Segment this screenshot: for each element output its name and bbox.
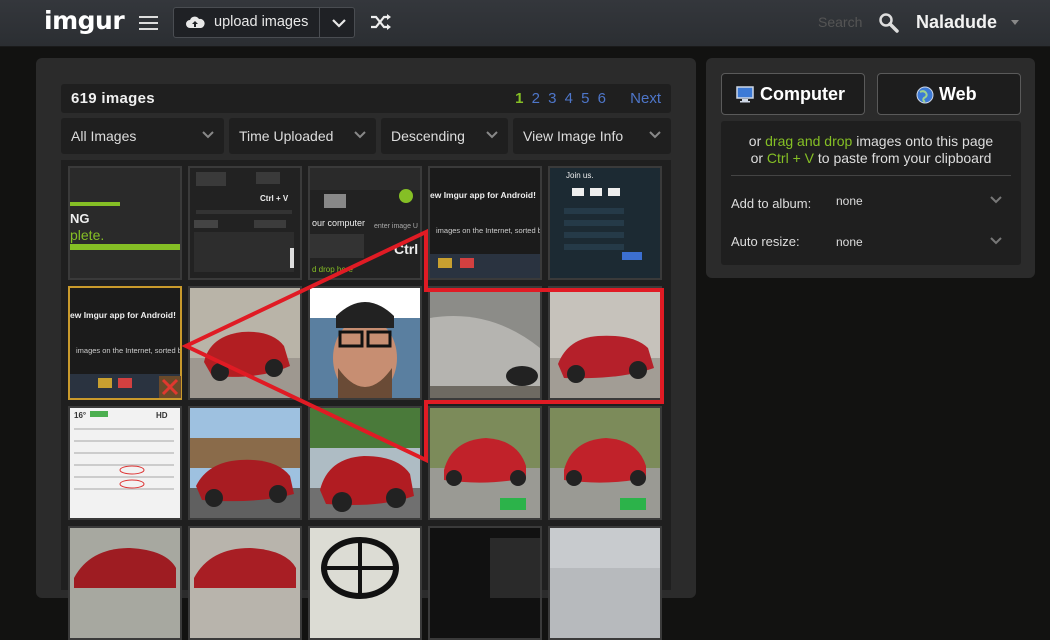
resize-select[interactable]: none <box>836 235 863 249</box>
web-button[interactable]: Web <box>877 73 1021 115</box>
hint-text: or <box>750 150 767 166</box>
computer-button[interactable]: Computer <box>721 73 865 115</box>
monitor-icon <box>736 86 754 103</box>
hint-text: or <box>748 133 766 149</box>
web-label: Web <box>939 84 977 104</box>
chevron-down-icon[interactable] <box>989 236 1003 246</box>
ctrl-v-text: Ctrl + V <box>766 150 814 166</box>
drag-and-drop-text: drag and drop <box>765 133 853 149</box>
paste-hint: or Ctrl + V to paste from your clipboard <box>721 150 1021 166</box>
album-select[interactable]: none <box>836 194 863 208</box>
drop-info-box: or drag and drop images onto this page o… <box>721 121 1021 265</box>
auto-resize-label: Auto resize: <box>731 234 800 249</box>
annotation-arrow <box>181 228 664 464</box>
hint-text: images onto this page <box>852 133 994 149</box>
add-to-album-label: Add to album: <box>731 196 812 211</box>
computer-label: Computer <box>760 84 845 104</box>
globe-icon <box>916 86 934 104</box>
chevron-down-icon[interactable] <box>989 195 1003 205</box>
drag-drop-hint: or drag and drop images onto this page <box>721 133 1021 149</box>
divider <box>731 175 1011 176</box>
hint-text: to paste from your clipboard <box>814 150 992 166</box>
